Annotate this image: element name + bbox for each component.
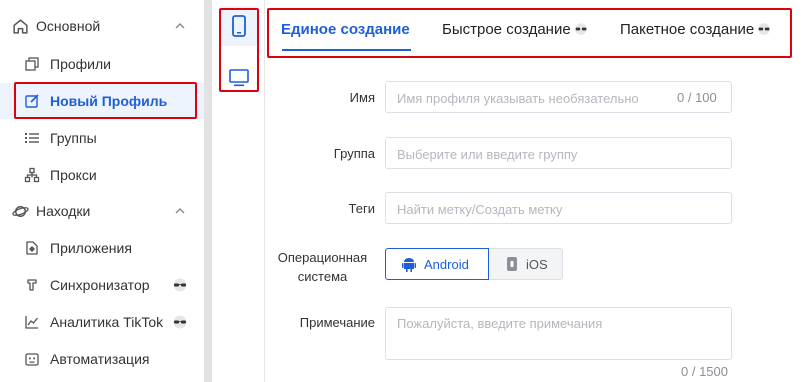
name-input[interactable] [397,89,647,107]
sidebar-item-apps[interactable]: Приложения [0,230,204,266]
os-android-button[interactable]: Android [385,248,489,280]
note-textarea[interactable] [397,316,717,352]
sidebar-group-label: Находки [36,203,91,219]
os-label-line: Операционная [277,250,368,265]
sidebar-item-profiles[interactable]: Профили [0,46,204,82]
sidebar-item-label: Профили [50,56,111,72]
sidebar-item-synchronizer[interactable]: Синхронизатор [0,267,204,303]
name-label: Имя [349,90,375,105]
sidebar-group-finds[interactable]: Находки [0,193,204,229]
os-option-label: iOS [526,256,548,272]
tab-label: Быстрое создание [442,21,571,38]
sidebar-item-label: Приложения [50,240,132,256]
vip-glasses-icon [173,315,187,329]
robot-icon [25,353,39,366]
sidebar-item-label: Автоматизация [50,351,150,367]
vip-glasses-icon [758,23,770,35]
apple-icon [507,257,517,271]
network-icon [24,167,40,183]
vip-glasses-icon [574,23,587,35]
sidebar-item-groups[interactable]: Группы [0,120,204,156]
group-label: Группа [333,146,375,161]
creation-tabs: Единое создание Быстрое создание Пакетно… [267,8,792,58]
os-label: Операционная система [270,248,375,286]
active-tab-indicator [282,49,411,51]
list-icon [25,133,39,143]
profiles-icon [25,57,39,71]
os-option-label: Android [424,256,469,272]
highlight-box-device-type [219,8,259,92]
sidebar-group-label: Основной [36,18,101,34]
tab-batch-create[interactable]: Пакетное создание [620,21,772,38]
name-char-counter: 0 / 100 [677,90,717,105]
chevron-up-icon[interactable] [174,20,186,32]
tab-label: Пакетное создание [620,21,755,38]
note-label: Примечание [299,315,375,330]
sidebar-item-label: Синхронизатор [50,277,150,293]
sidebar-item-label: Прокси [50,167,97,183]
note-char-counter: 0 / 1500 [681,364,728,379]
sidebar-scrollbar[interactable] [204,0,212,382]
note-field-wrap [385,307,732,360]
os-label-line: система [297,269,348,284]
group-input[interactable] [397,145,647,163]
tab-quick-create[interactable]: Быстрое создание [442,21,589,38]
sidebar: Основной Профили Новый Профиль Группы Пр… [0,0,204,382]
highlight-box-new-profile [14,82,197,119]
name-field-wrap: 0 / 100 [385,81,732,113]
sidebar-item-label: Группы [50,130,97,146]
vip-glasses-icon [173,278,187,292]
tags-input[interactable] [397,200,647,218]
planet-icon [12,205,29,218]
tags-field-wrap [385,192,732,224]
tags-label: Теги [348,201,375,216]
android-icon [402,257,416,272]
chart-icon [25,316,39,329]
sidebar-item-automation[interactable]: Автоматизация [0,341,204,377]
os-ios-button[interactable]: iOS [489,248,563,280]
tab-single-create[interactable]: Единое создание [281,21,410,38]
chevron-up-icon[interactable] [174,205,186,217]
sidebar-item-label: Аналитика TikTok [50,314,164,330]
home-icon [13,19,28,34]
group-field-wrap [385,137,732,169]
sidebar-item-proxy[interactable]: Прокси [0,157,204,193]
sync-icon [27,279,37,291]
apps-icon [26,241,38,255]
sidebar-item-tiktok-analytics[interactable]: Аналитика TikTok [0,304,204,340]
sidebar-group-main[interactable]: Основной [0,8,204,44]
